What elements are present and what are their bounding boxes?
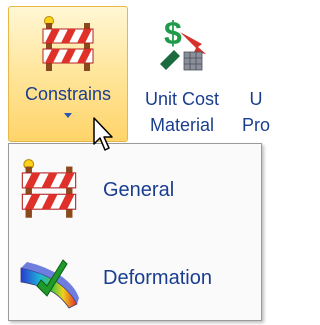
svg-text:$: $ — [164, 15, 182, 51]
unit-cost-material-button[interactable]: $ Unit Cost Material — [130, 6, 234, 142]
partial-ribbon-button[interactable]: U Pro — [236, 6, 276, 142]
menu-item-deformation[interactable]: Deformation — [13, 240, 257, 316]
constrains-label: Constrains — [24, 84, 112, 104]
menu-item-deformation-label: Deformation — [103, 266, 212, 289]
unit-cost-label-line1: Unit Cost — [144, 89, 220, 109]
chevron-down-icon — [64, 113, 72, 118]
barricade-icon — [21, 159, 77, 218]
barricade-icon — [42, 16, 94, 71]
deformation-icon — [20, 259, 79, 309]
unit-cost-material-icon: $ — [160, 15, 206, 71]
partial-label-line2: Pro — [241, 115, 270, 135]
menu-item-general[interactable]: General — [13, 152, 257, 228]
mouse-pointer-icon — [93, 117, 113, 151]
menu-item-general-label: General — [103, 178, 175, 201]
constrains-dropdown-menu: General Deformation — [8, 143, 262, 321]
ribbon-toolbar: Constrains $ Unit Cost Material U Pro — [0, 0, 270, 150]
partial-label-line1: U — [249, 89, 263, 109]
unit-cost-label-line2: Material — [149, 115, 215, 135]
